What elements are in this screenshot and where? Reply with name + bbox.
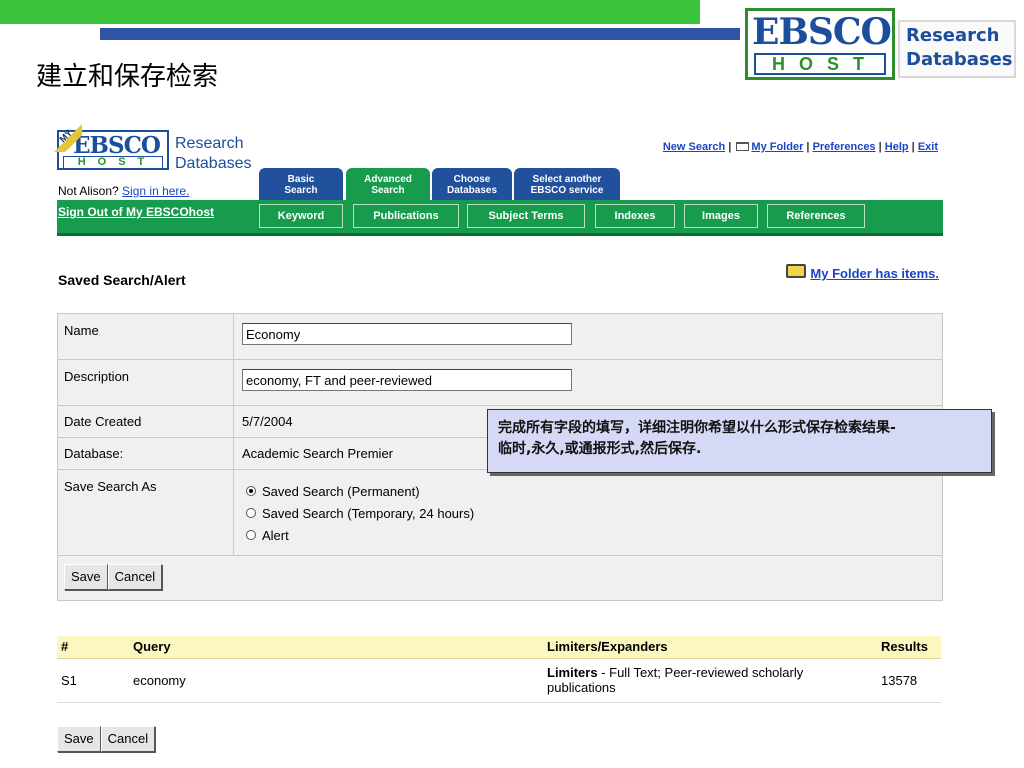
table-row: S1 economy Limiters - Full Text; Peer-re… xyxy=(57,658,941,703)
my-folder-link[interactable]: My Folder xyxy=(751,141,803,153)
logo-research-text: Research xyxy=(906,25,1000,46)
callout-line: 完成所有字段的填写，详细注明你希望以什么形式保存检索结果- xyxy=(498,420,896,436)
save-button[interactable]: Save xyxy=(64,564,108,590)
folder-full-icon xyxy=(786,264,807,278)
radio-label: Saved Search (Temporary, 24 hours) xyxy=(262,505,475,521)
table-header-row: # Query Limiters/Expanders Results xyxy=(57,636,941,659)
top-links: New Search | My Folder | Preferences | H… xyxy=(663,141,938,153)
subtab-images[interactable]: Images xyxy=(684,204,758,228)
radio-permanent[interactable]: Saved Search (Permanent) xyxy=(242,480,934,502)
preferences-link[interactable]: Preferences xyxy=(813,141,876,153)
description-input[interactable] xyxy=(242,369,572,391)
name-label: Name xyxy=(58,314,234,359)
form-row-name: Name xyxy=(58,314,942,360)
tab-label: Basic xyxy=(287,174,315,185)
tab-basic-search[interactable]: Basic Search xyxy=(259,168,343,202)
new-search-link[interactable]: New Search xyxy=(663,141,725,153)
tab-label: EBSCO service xyxy=(530,185,604,196)
my-folder-items-link[interactable]: My Folder has items. xyxy=(810,266,939,281)
tab-label: Advanced xyxy=(364,174,412,185)
instruction-callout: 完成所有字段的填写，详细注明你希望以什么形式保存检索结果- 临时,永久,或通报形… xyxy=(487,409,992,473)
logo-ebsco-text: EBSCO xyxy=(752,11,892,53)
folder-icon xyxy=(736,142,750,151)
header-limiters: Limiters/Expanders xyxy=(543,636,877,659)
row-query: economy xyxy=(129,658,543,703)
folder-status: My Folder has items. xyxy=(786,264,939,281)
tab-label: Search xyxy=(371,185,405,196)
app-logo-host: HOST xyxy=(63,156,163,169)
subtab-references[interactable]: References xyxy=(767,204,865,228)
save-as-label: Save Search As xyxy=(58,470,234,555)
tab-label: Databases xyxy=(446,185,498,196)
search-history-table: # Query Limiters/Expanders Results S1 ec… xyxy=(57,636,941,703)
tab-select-ebsco-service[interactable]: Select another EBSCO service xyxy=(514,168,620,202)
bottom-save-button[interactable]: Save xyxy=(57,726,101,752)
radio-button[interactable] xyxy=(246,530,256,540)
date-label: Date Created xyxy=(58,406,234,437)
row-results: 13578 xyxy=(877,658,941,703)
logo-host-text: HOST xyxy=(754,53,886,75)
database-label: Database: xyxy=(58,438,234,469)
form-row-description: Description xyxy=(58,360,942,406)
name-cell xyxy=(234,314,942,358)
row-id: S1 xyxy=(57,658,129,703)
sign-in-prompt: Not Alison? Sign in here. xyxy=(58,184,189,198)
description-label: Description xyxy=(58,360,234,405)
header-number: # xyxy=(57,636,129,659)
slide-blue-bar xyxy=(100,28,740,40)
header-results: Results xyxy=(877,636,941,659)
not-user-text: Not Alison? xyxy=(58,184,119,198)
tab-label: Select another xyxy=(532,174,602,185)
radio-alert[interactable]: Alert xyxy=(242,524,934,546)
slide-green-bar xyxy=(0,0,700,24)
radio-button[interactable] xyxy=(246,508,256,518)
separator: | xyxy=(728,141,735,153)
subtab-subject-terms[interactable]: Subject Terms xyxy=(467,204,585,228)
help-link[interactable]: Help xyxy=(885,141,909,153)
name-input[interactable] xyxy=(242,323,572,345)
research-databases-logo: Research Databases xyxy=(898,20,1016,78)
form-row-save-as: Save Search As Saved Search (Permanent) … xyxy=(58,470,942,556)
tab-choose-databases[interactable]: Choose Databases xyxy=(432,168,512,202)
my-ebscohost-logo[interactable]: EBSCO HOST MY xyxy=(54,124,171,180)
tab-label: Choose xyxy=(453,174,491,185)
logo-databases-text: Databases xyxy=(906,49,1013,70)
ebsco-host-logo: EBSCO HOST xyxy=(745,8,895,80)
app-databases-text: Databases xyxy=(175,155,252,172)
header-query: Query xyxy=(129,636,543,659)
tab-advanced-search[interactable]: Advanced Search xyxy=(346,168,430,202)
radio-button[interactable] xyxy=(246,486,256,496)
radio-label: Alert xyxy=(262,527,289,543)
exit-link[interactable]: Exit xyxy=(918,141,938,153)
row-limiters: Limiters - Full Text; Peer-reviewed scho… xyxy=(543,658,877,703)
app-logo-ebsco: EBSCO xyxy=(73,132,161,159)
bottom-cancel-button[interactable]: Cancel xyxy=(100,726,156,752)
cancel-button[interactable]: Cancel xyxy=(107,564,163,590)
subtab-indexes[interactable]: Indexes xyxy=(595,204,675,228)
tab-label: Search xyxy=(284,185,318,196)
page-title: Saved Search/Alert xyxy=(58,272,186,288)
limiters-bold: Limiters xyxy=(547,665,598,680)
form-buttons: Save Cancel xyxy=(58,556,942,600)
radio-temporary[interactable]: Saved Search (Temporary, 24 hours) xyxy=(242,502,934,524)
sign-in-link[interactable]: Sign in here. xyxy=(122,184,189,198)
app-research-databases: Research Databases xyxy=(175,134,252,174)
bottom-buttons: Save Cancel xyxy=(57,726,156,752)
app-research-text: Research xyxy=(175,135,244,152)
callout-line: 临时,永久,或通报形式,然后保存. xyxy=(498,441,702,457)
subtab-publications[interactable]: Publications xyxy=(353,204,459,228)
description-cell xyxy=(234,360,942,404)
subtab-keyword[interactable]: Keyword xyxy=(259,204,343,228)
save-as-options: Saved Search (Permanent) Saved Search (T… xyxy=(234,470,942,555)
sign-out-link[interactable]: Sign Out of My EBSCOhost xyxy=(58,205,214,219)
radio-label: Saved Search (Permanent) xyxy=(262,483,420,499)
slide-title: 建立和保存检索 xyxy=(36,62,219,92)
